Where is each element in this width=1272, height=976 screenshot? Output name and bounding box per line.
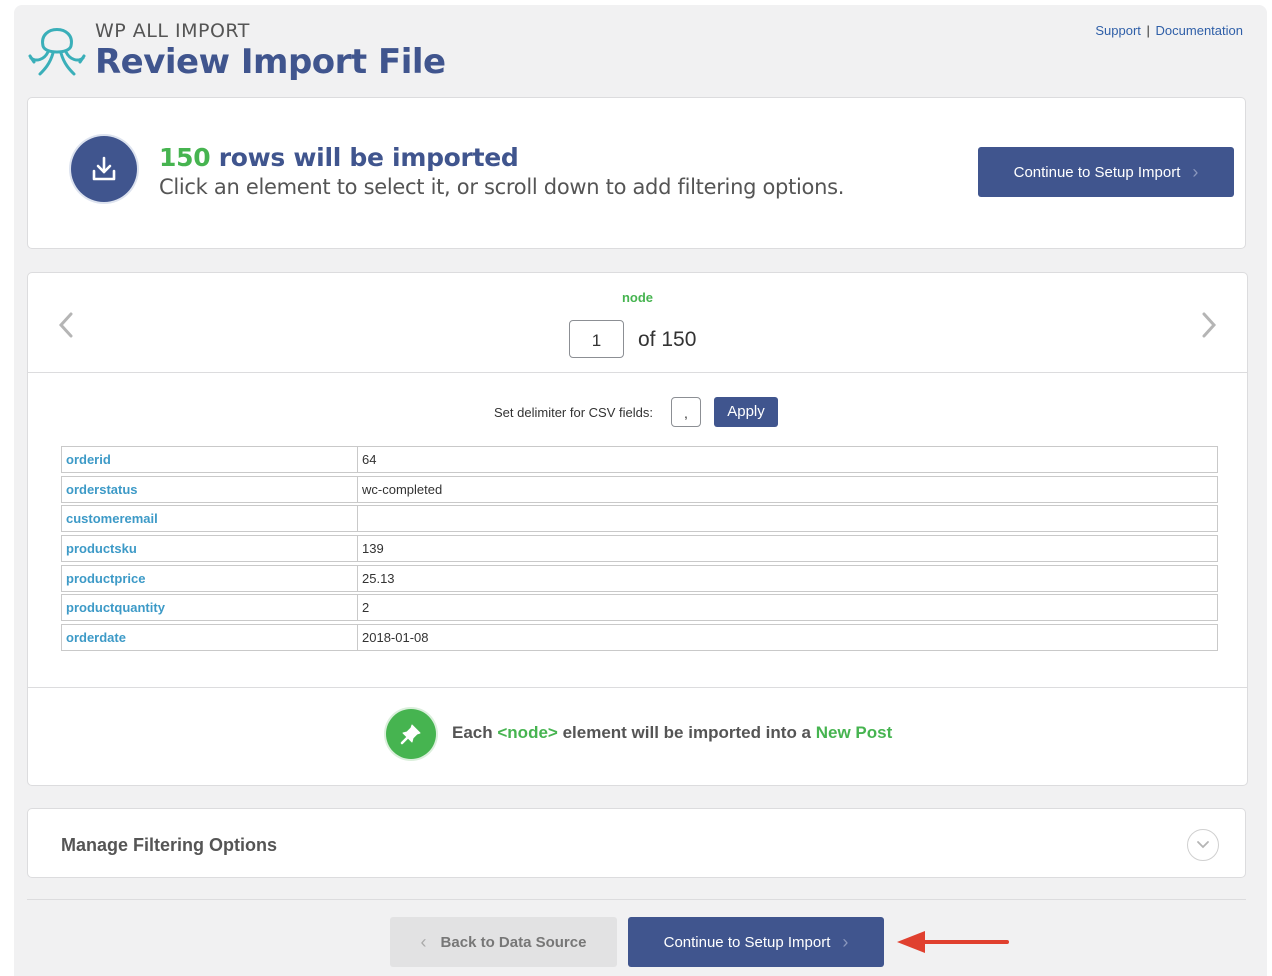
page-title: Review Import File bbox=[95, 42, 446, 82]
record-fields-table: orderid 64 orderstatus wc-completed cust… bbox=[61, 446, 1218, 654]
table-row: productprice 25.13 bbox=[61, 564, 1218, 592]
documentation-link[interactable]: Documentation bbox=[1156, 23, 1243, 38]
chevron-down-icon bbox=[1197, 841, 1209, 849]
divider bbox=[28, 372, 1247, 373]
continue-setup-button-bottom[interactable]: Continue to Setup Import › bbox=[628, 917, 884, 967]
field-value[interactable]: wc-completed bbox=[358, 477, 1217, 502]
pin-icon bbox=[386, 709, 436, 759]
chevron-right-icon: › bbox=[842, 931, 849, 952]
note-target: New Post bbox=[815, 723, 893, 742]
previous-record-button[interactable] bbox=[58, 309, 74, 348]
field-key[interactable]: productquantity bbox=[62, 595, 358, 621]
field-value[interactable]: 64 bbox=[358, 447, 1217, 472]
link-separator: | bbox=[1146, 23, 1150, 38]
apply-button[interactable]: Apply bbox=[714, 397, 778, 427]
table-row: customeremail bbox=[61, 505, 1218, 533]
chevron-right-icon bbox=[1202, 312, 1217, 338]
chevron-left-icon: ‹ bbox=[420, 931, 427, 952]
rows-count-suffix: rows will be imported bbox=[218, 143, 519, 172]
field-key[interactable]: orderstatus bbox=[62, 476, 358, 502]
element-name-label: node bbox=[621, 290, 654, 305]
filtering-title: Manage Filtering Options bbox=[61, 835, 278, 855]
field-key[interactable]: productsku bbox=[62, 536, 358, 562]
note-middle: element will be imported into a bbox=[562, 723, 812, 742]
field-key[interactable]: customeremail bbox=[62, 506, 358, 532]
table-row: productquantity 2 bbox=[61, 594, 1218, 622]
field-value[interactable]: 139 bbox=[358, 536, 1217, 561]
rows-count-heading: 150 rows will be imported bbox=[159, 143, 519, 172]
field-value[interactable]: 25.13 bbox=[358, 566, 1217, 591]
record-preview-card: node 1 of 150 Set delimiter for CSV fiel… bbox=[27, 272, 1248, 786]
delimiter-row: Set delimiter for CSV fields: , Apply bbox=[28, 397, 1247, 429]
table-row: orderdate 2018-01-08 bbox=[61, 624, 1218, 652]
support-link[interactable]: Support bbox=[1095, 23, 1141, 38]
field-value[interactable]: 2018-01-08 bbox=[358, 625, 1217, 650]
table-row: productsku 139 bbox=[61, 535, 1218, 563]
continue-setup-label: Continue to Setup Import bbox=[663, 933, 831, 951]
help-links: Support | Documentation bbox=[1095, 23, 1243, 38]
next-record-button[interactable] bbox=[1201, 309, 1217, 348]
chevron-left-icon bbox=[58, 312, 73, 338]
continue-setup-button-top[interactable]: Continue to Setup Import › bbox=[978, 147, 1234, 197]
record-number-input[interactable]: 1 bbox=[569, 320, 624, 358]
field-key[interactable]: orderdate bbox=[62, 625, 358, 651]
chevron-right-icon: › bbox=[1192, 161, 1199, 182]
field-key[interactable]: productprice bbox=[62, 565, 358, 591]
table-row: orderid 64 bbox=[61, 446, 1218, 473]
filtering-options-panel[interactable]: Manage Filtering Options bbox=[27, 808, 1246, 878]
field-value[interactable]: 2 bbox=[358, 595, 1217, 620]
note-node: <node> bbox=[497, 723, 558, 742]
red-arrow-icon bbox=[897, 931, 1009, 953]
note-prefix: Each bbox=[452, 723, 493, 742]
octopus-logo-icon bbox=[28, 28, 86, 76]
divider bbox=[27, 899, 1246, 900]
delimiter-input[interactable]: , bbox=[671, 397, 701, 427]
delimiter-label: Set delimiter for CSV fields: bbox=[494, 405, 653, 420]
instruction-text: Click an element to select it, or scroll… bbox=[159, 175, 845, 199]
table-row: orderstatus wc-completed bbox=[61, 475, 1218, 503]
rows-count: 150 bbox=[159, 143, 211, 172]
import-summary-card: 150 rows will be imported Click an eleme… bbox=[27, 97, 1246, 249]
divider bbox=[28, 687, 1247, 688]
back-label: Back to Data Source bbox=[440, 933, 587, 951]
download-icon bbox=[71, 136, 137, 202]
field-value[interactable] bbox=[358, 506, 1217, 531]
brand-name: WP ALL IMPORT bbox=[95, 20, 250, 42]
filtering-toggle[interactable] bbox=[1187, 829, 1219, 861]
import-target-note: Each <node> element will be imported int… bbox=[452, 723, 892, 743]
back-to-data-source-button[interactable]: ‹ Back to Data Source bbox=[390, 917, 617, 967]
field-key[interactable]: orderid bbox=[62, 447, 358, 472]
continue-setup-label: Continue to Setup Import bbox=[1013, 163, 1181, 181]
record-total-text: of 150 bbox=[638, 328, 697, 351]
